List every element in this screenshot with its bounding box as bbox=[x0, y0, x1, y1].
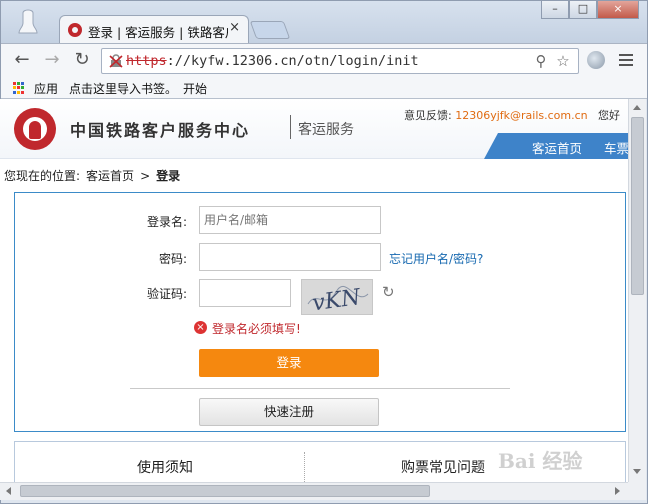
scroll-up-icon[interactable] bbox=[633, 105, 641, 110]
breadcrumb-current: 登录 bbox=[156, 169, 181, 183]
extension-globe-icon[interactable] bbox=[587, 51, 605, 69]
info-divider bbox=[304, 452, 305, 482]
maximize-button[interactable]: □ bbox=[569, 1, 597, 19]
horizontal-scrollbar[interactable] bbox=[0, 482, 628, 500]
faq-link[interactable]: 购票常见问题 bbox=[401, 457, 485, 477]
scroll-left-icon[interactable] bbox=[6, 487, 11, 495]
form-divider bbox=[130, 388, 510, 389]
captcha-label: 验证码: bbox=[146, 287, 187, 301]
menu-icon[interactable] bbox=[619, 54, 633, 66]
error-message: 登录名必须填写! bbox=[212, 322, 301, 336]
reload-icon[interactable]: ↻ bbox=[71, 50, 93, 72]
vertical-scrollbar[interactable] bbox=[628, 99, 646, 482]
baidu-watermark: Bai 经验 bbox=[498, 449, 583, 473]
railway-favicon-icon bbox=[68, 23, 82, 37]
back-icon[interactable]: ← bbox=[11, 50, 33, 72]
scrollbar-corner bbox=[628, 482, 646, 500]
register-button[interactable]: 快速注册 bbox=[199, 398, 379, 426]
breadcrumb-home-link[interactable]: 客运首页 bbox=[86, 169, 134, 183]
bookmarks-bar: 应用 点击这里导入书签。 开始 bbox=[1, 77, 647, 99]
feedback-label: 意见反馈: bbox=[404, 109, 452, 122]
bookmark-start-link[interactable]: 开始 bbox=[183, 80, 207, 97]
username-label: 登录名: bbox=[146, 215, 187, 229]
bookmark-import-link[interactable]: 点击这里导入书签。 bbox=[69, 80, 177, 97]
feedback: 意见反馈: 12306yjfk@rails.com.cn bbox=[404, 107, 588, 123]
captcha-text: vKN bbox=[311, 285, 363, 316]
breadcrumb-separator: > bbox=[140, 169, 151, 183]
url-text: https://kyfw.12306.cn/otn/login/init bbox=[126, 53, 419, 69]
password-input[interactable] bbox=[199, 243, 381, 271]
new-tab-button[interactable] bbox=[249, 21, 291, 39]
url-scheme: https bbox=[126, 53, 167, 69]
captcha-image[interactable]: vKN bbox=[301, 279, 373, 316]
forgot-password-link[interactable]: 忘记用户名/密码? bbox=[389, 250, 483, 267]
forward-icon[interactable]: → bbox=[41, 50, 63, 72]
login-button[interactable]: 登录 bbox=[199, 349, 379, 377]
captcha-input[interactable] bbox=[199, 279, 291, 307]
greeting-text: 您好 bbox=[598, 109, 620, 122]
breadcrumb: 您现在的位置: 客运首页 > 登录 bbox=[4, 167, 180, 184]
scroll-right-icon[interactable] bbox=[615, 487, 620, 495]
refresh-captcha-icon[interactable]: ↻ bbox=[382, 285, 396, 300]
browser-toolbar: ← → ↻ https://kyfw.12306.cn/otn/login/in… bbox=[1, 43, 647, 77]
title-bar: 登录 | 客运服务 | 铁路客户服务中心 × – □ × bbox=[1, 1, 647, 43]
tab-close-icon[interactable]: × bbox=[229, 20, 240, 35]
captcha-graphic: vKN bbox=[307, 285, 369, 316]
username-input[interactable] bbox=[199, 206, 381, 234]
horizontal-scroll-thumb[interactable] bbox=[20, 485, 430, 497]
site-header: 中国铁路客户服务中心 客运服务 意见反馈: 12306yjfk@rails.co… bbox=[0, 99, 628, 159]
scroll-down-icon[interactable] bbox=[633, 469, 641, 474]
nav-item-home[interactable]: 客运首页 bbox=[532, 138, 582, 157]
main-nav: 客运首页 车票 bbox=[484, 133, 628, 159]
feedback-email-link[interactable]: 12306yjfk@rails.com.cn bbox=[455, 109, 587, 122]
profile-icon[interactable] bbox=[11, 7, 45, 41]
site-name[interactable]: 中国铁路客户服务中心 bbox=[70, 117, 250, 141]
window-controls: – □ × bbox=[541, 1, 639, 19]
bookmark-apps[interactable]: 应用 bbox=[34, 80, 58, 97]
browser-tab-active[interactable]: 登录 | 客运服务 | 铁路客户服务中心 × bbox=[59, 15, 249, 43]
page-viewport: 中国铁路客户服务中心 客运服务 意见反馈: 12306yjfk@rails.co… bbox=[0, 99, 628, 482]
site-subtitle: 客运服务 bbox=[298, 122, 354, 138]
vertical-scroll-thumb[interactable] bbox=[631, 117, 644, 295]
tab-title: 登录 | 客运服务 | 铁路客户服务中心 bbox=[88, 25, 228, 40]
apps-grid-icon[interactable] bbox=[13, 82, 25, 94]
search-icon[interactable]: ⚲ bbox=[532, 52, 550, 70]
close-window-button[interactable]: × bbox=[597, 1, 639, 19]
address-bar[interactable]: https://kyfw.12306.cn/otn/login/init ⚲ ☆ bbox=[101, 48, 579, 74]
railway-logo-icon[interactable] bbox=[14, 108, 56, 150]
breadcrumb-prefix: 您现在的位置: bbox=[4, 169, 81, 183]
password-label: 密码: bbox=[158, 252, 187, 266]
nav-item-tickets[interactable]: 车票 bbox=[604, 138, 628, 157]
login-panel: 登录名: 密码: 忘记用户名/密码? 验证码: vKN ↻ × 登录名必须填写!… bbox=[14, 192, 626, 432]
bookmark-star-icon[interactable]: ☆ bbox=[554, 52, 572, 70]
error-icon: × bbox=[194, 321, 207, 334]
insecure-lock-icon bbox=[109, 54, 123, 68]
usage-notice-link[interactable]: 使用须知 bbox=[137, 457, 193, 477]
url-path: ://kyfw.12306.cn/otn/login/init bbox=[166, 53, 419, 69]
header-divider bbox=[290, 115, 291, 139]
minimize-button[interactable]: – bbox=[541, 1, 569, 19]
